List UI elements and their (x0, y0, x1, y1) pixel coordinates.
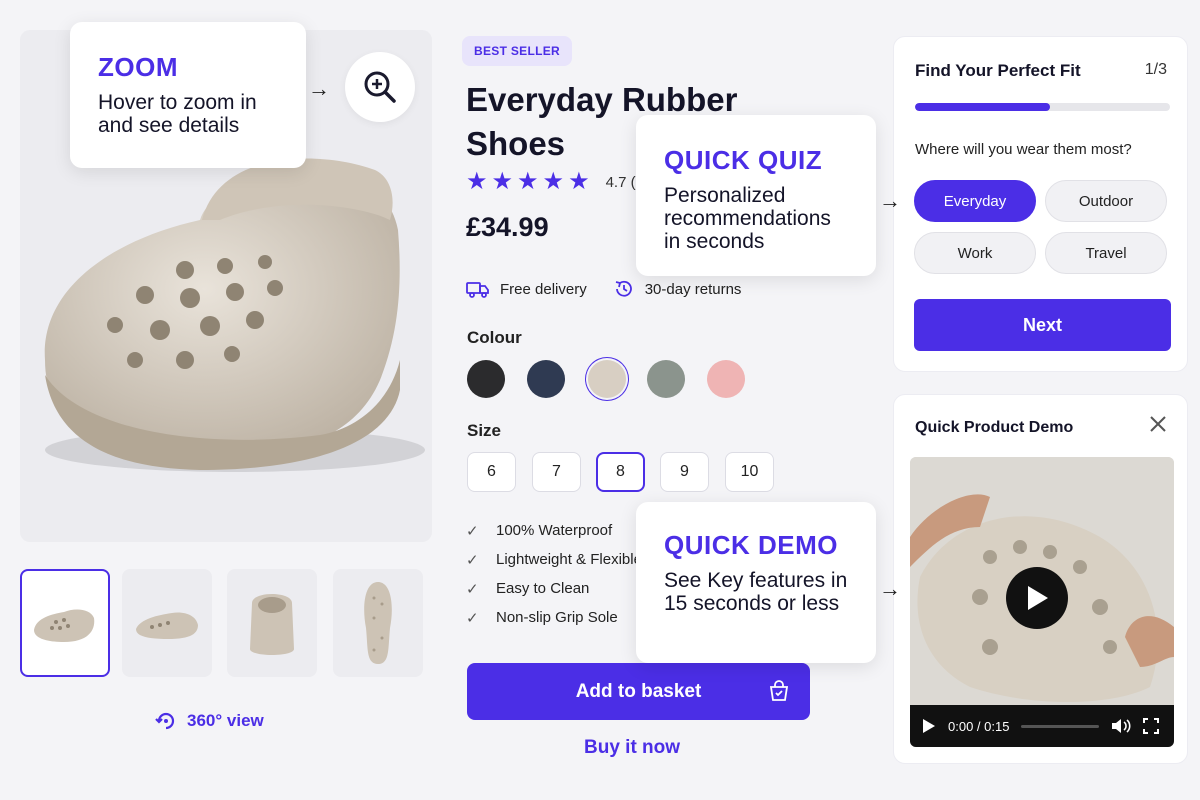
star-icon: ★ (568, 168, 590, 195)
add-to-basket-label: Add to basket (575, 680, 702, 702)
star-icon: ★ (542, 168, 565, 195)
thumbnail-3[interactable] (227, 569, 317, 677)
video-scrubber[interactable] (1021, 724, 1100, 728)
colour-swatch-4[interactable] (647, 360, 685, 398)
feature-text: Lightweight & Flexible (496, 551, 642, 568)
play-icon[interactable] (922, 718, 936, 734)
colour-swatch-5[interactable] (707, 360, 745, 398)
colour-swatch-1[interactable] (467, 360, 505, 398)
demo-callout: QUICK DEMO See Key features in 15 second… (636, 502, 876, 663)
feature-text: Easy to Clean (496, 580, 590, 597)
callout-heading: ZOOM (98, 52, 178, 82)
feature-list: ✓ 100% Waterproof ✓ Lightweight & Flexible… (466, 516, 642, 632)
thumbnail-2[interactable] (122, 569, 212, 677)
fit-quiz-panel: Find Your Perfect Fit 1/3 Where will you… (893, 36, 1188, 372)
colour-swatch-2[interactable] (527, 360, 565, 398)
size-label: Size (467, 421, 502, 440)
arrow-right-icon: → (308, 76, 330, 101)
callout-text: Personalized recommendations in seconds (664, 184, 831, 253)
free-delivery-perk: Free delivery (466, 278, 587, 300)
quiz-next-button[interactable]: Next (914, 299, 1171, 351)
fullscreen-icon[interactable] (1143, 718, 1160, 734)
basket-icon (769, 680, 789, 701)
quiz-question: Where will you wear them most? (915, 141, 1132, 158)
add-to-basket-button[interactable]: Add to basket (467, 663, 810, 720)
quiz-callout: QUICK QUIZ Personalized recommendations … (636, 115, 876, 276)
star-icon: ★ (517, 168, 539, 195)
size-option-selected[interactable]: 8 (596, 452, 645, 492)
returns-clock-icon (615, 280, 632, 297)
quiz-option-outdoor[interactable]: Outdoor (1045, 180, 1167, 222)
perk-label: Free delivery (500, 280, 587, 298)
size-option[interactable]: 7 (532, 452, 581, 492)
shoe-thumbnail-image (250, 594, 294, 655)
quiz-progress-fill (915, 103, 1051, 111)
feature-item: ✓ Easy to Clean (466, 574, 642, 603)
buy-now-link[interactable]: Buy it now (584, 737, 680, 759)
shoe-thumbnail-image (34, 609, 95, 642)
quiz-option-travel[interactable]: Travel (1045, 232, 1167, 274)
check-icon: ✓ (466, 609, 479, 627)
feature-text: 100% Waterproof (496, 522, 613, 539)
feature-item: ✓ Lightweight & Flexible (466, 545, 642, 574)
rating-value: 4.7 ( (605, 173, 636, 191)
shoe-thumbnail-image (364, 582, 392, 664)
callout-text: See Key features in 15 seconds or less (664, 569, 848, 615)
zoom-in-icon (364, 71, 396, 103)
video-time: 0:00 / 0:15 (948, 718, 1010, 734)
close-icon[interactable] (1149, 415, 1167, 433)
callout-heading: QUICK DEMO (664, 530, 838, 560)
360-view-button[interactable]: 360° view (155, 710, 264, 732)
star-icon: ★ (466, 168, 488, 195)
thumbnail-1[interactable] (20, 569, 110, 677)
size-option[interactable]: 9 (660, 452, 709, 492)
product-rating[interactable]: ★ ★ ★ ★ ★ 4.7 ( (466, 170, 636, 194)
quiz-step: 1/3 (1144, 61, 1167, 78)
zoom-button[interactable] (345, 52, 415, 122)
feature-item: ✓ Non-slip Grip Sole (466, 603, 642, 632)
shoe-thumbnail-image (136, 612, 198, 639)
play-button[interactable] (1006, 567, 1068, 629)
colour-label: Colour (467, 328, 522, 347)
zoom-callout: ZOOM Hover to zoom in and see details (70, 22, 306, 168)
check-icon: ✓ (466, 522, 479, 540)
size-option[interactable]: 6 (467, 452, 516, 492)
check-icon: ✓ (466, 551, 479, 569)
rotate-icon (155, 712, 175, 730)
demo-video[interactable]: 0:00 / 0:15 (910, 457, 1174, 747)
product-demo-panel: Quick Product Demo 0:00 / 0:15 (893, 394, 1188, 764)
best-seller-badge: BEST SELLER (462, 36, 572, 66)
video-controls: 0:00 / 0:15 (910, 705, 1174, 747)
quiz-option-work[interactable]: Work (914, 232, 1036, 274)
perk-label: 30-day returns (644, 280, 742, 298)
volume-icon[interactable] (1111, 718, 1131, 734)
size-option[interactable]: 10 (725, 452, 774, 492)
colour-swatch-3[interactable] (588, 360, 626, 398)
arrow-right-icon: → (879, 188, 901, 213)
quiz-progress-bar (915, 103, 1170, 111)
360-view-label: 360° view (187, 711, 264, 730)
callout-text: Hover to zoom in and see details (98, 91, 257, 137)
returns-perk: 30-day returns (613, 278, 742, 300)
check-icon: ✓ (466, 580, 479, 598)
quiz-title: Find Your Perfect Fit (915, 61, 1081, 80)
arrow-right-icon: → (879, 576, 901, 601)
thumbnail-4[interactable] (333, 569, 423, 677)
quiz-option-everyday[interactable]: Everyday (914, 180, 1036, 222)
perks-row: Free delivery 30-day returns (466, 278, 741, 300)
star-icon: ★ (491, 168, 514, 195)
play-icon (1028, 586, 1048, 610)
truck-icon (466, 282, 489, 298)
feature-item: ✓ 100% Waterproof (466, 516, 642, 545)
demo-title: Quick Product Demo (915, 419, 1074, 436)
callout-heading: QUICK QUIZ (664, 145, 823, 175)
feature-text: Non-slip Grip Sole (496, 609, 618, 626)
product-price: £34.99 (466, 212, 549, 242)
